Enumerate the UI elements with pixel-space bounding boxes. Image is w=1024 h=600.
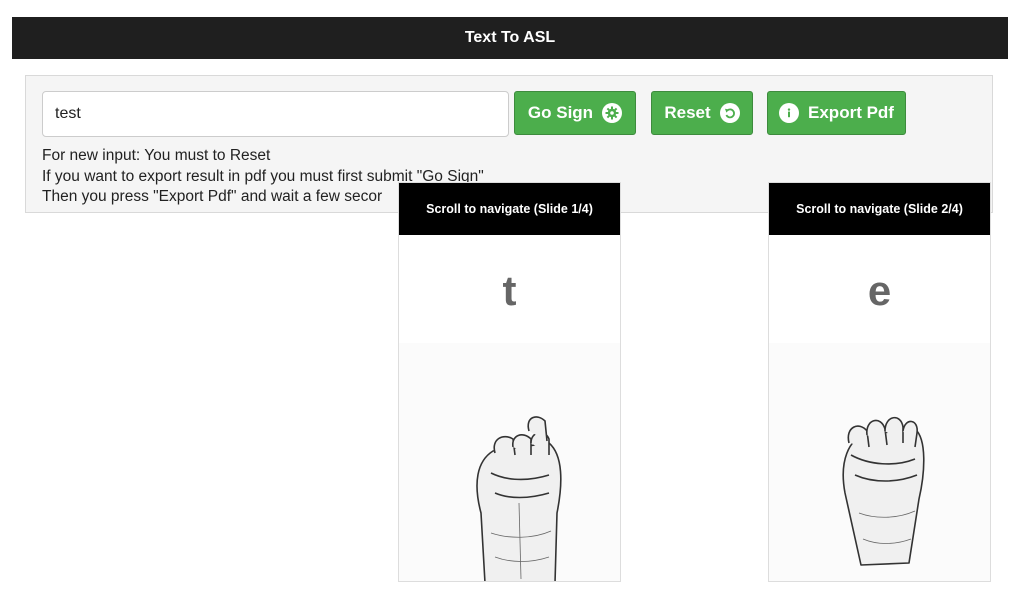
slide-header: Scroll to navigate (Slide 2/4) (769, 183, 990, 235)
go-sign-button[interactable]: Go Sign (514, 91, 636, 135)
export-pdf-button[interactable]: Export Pdf (767, 91, 906, 135)
help-line: For new input: You must to Reset (42, 147, 271, 164)
app-title: Text To ASL (464, 29, 556, 46)
slide-header-label: Scroll to navigate (Slide 2/4) (796, 202, 963, 216)
export-pdf-label: Export Pdf (808, 103, 894, 122)
slide-header: Scroll to navigate (Slide 1/4) (399, 183, 620, 235)
reset-label: Reset (664, 103, 711, 122)
gear-icon (602, 103, 623, 123)
asl-hand-image-t (399, 343, 620, 581)
slide-header-label: Scroll to navigate (Slide 1/4) (426, 202, 593, 216)
go-sign-label: Go Sign (527, 103, 594, 122)
app-title-bar: Text To ASL (12, 17, 1008, 59)
slide-letter: e (867, 267, 892, 314)
info-icon (779, 103, 800, 123)
undo-icon (719, 103, 740, 123)
text-input[interactable] (42, 91, 509, 137)
slide-letter: t (502, 267, 517, 314)
asl-hand-image-e (769, 343, 990, 581)
reset-button[interactable]: Reset (651, 91, 753, 135)
sign-slide-1[interactable]: Scroll to navigate (Slide 1/4) t (398, 182, 621, 582)
sign-slide-2[interactable]: Scroll to navigate (Slide 2/4) e (768, 182, 991, 582)
